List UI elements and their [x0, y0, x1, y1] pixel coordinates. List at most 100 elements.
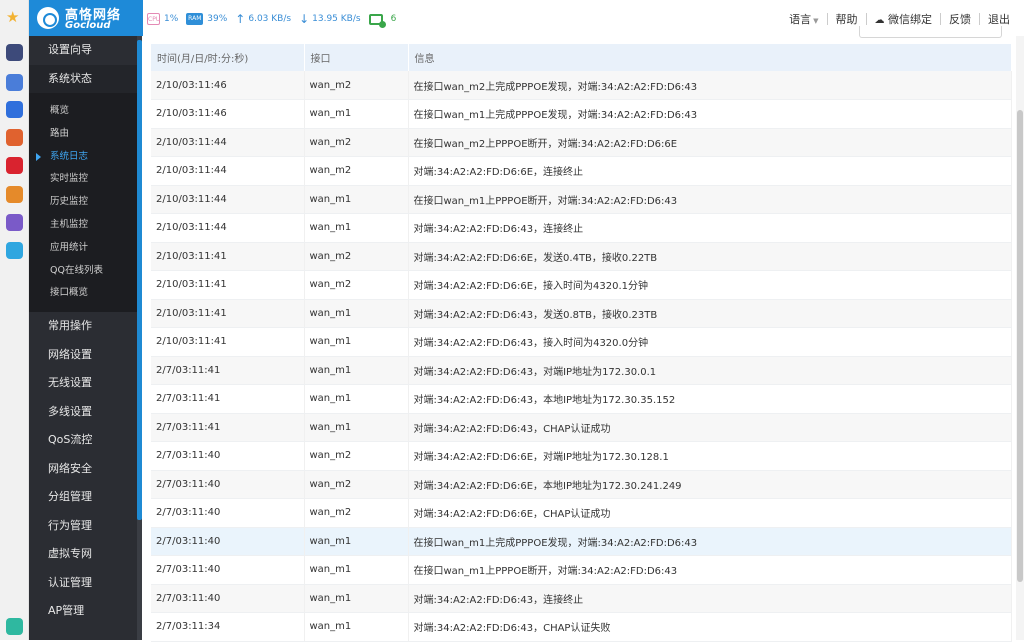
sidebar-submenu: 概览 路由 系统日志 实时监控 历史监控 主机监控 应用统计 QQ在线列表 接口概览: [29, 93, 137, 313]
interface-cell: wan_m1: [304, 299, 409, 328]
table-header-row: 时间(月/日/时:分:秒) 接口 信息: [151, 44, 1012, 71]
feedback-link[interactable]: 反馈: [941, 11, 979, 27]
sidebar-subitem[interactable]: 应用统计: [29, 237, 137, 260]
table-row[interactable]: 2/7/03:11:34 wan_m1 对端:34:A2:A2:FD:D6:43，C…: [151, 612, 1012, 642]
ram-stat: RAM 39%: [186, 13, 227, 25]
dock-app-icon[interactable]: [6, 44, 23, 61]
sidebar-subitem[interactable]: 接口概览: [29, 282, 137, 305]
ram-icon: RAM: [186, 13, 204, 25]
online-hosts-icon: [368, 13, 386, 28]
sidebar-item[interactable]: 无线设置: [29, 369, 137, 398]
sidebar-subitem[interactable]: 主机监控: [29, 214, 137, 237]
sidebar-item[interactable]: 认证管理: [29, 569, 137, 598]
sidebar-item[interactable]: 设置向导: [29, 36, 137, 65]
time-cell: 2/10/03:11:44: [151, 185, 305, 214]
brand-logo[interactable]: 高恪网络 Gocloud: [29, 0, 143, 36]
interface-cell: wan_m2: [304, 128, 409, 157]
help-link[interactable]: 帮助: [828, 11, 866, 27]
download-value: 13.95 KB/s: [312, 14, 361, 24]
table-row[interactable]: 2/10/03:11:41 wan_m2 对端:34:A2:A2:FD:D6:6E，…: [151, 270, 1012, 300]
interface-cell: wan_m1: [304, 584, 409, 613]
column-header-interface[interactable]: 接口: [304, 44, 409, 71]
info-cell: 对端:34:A2:A2:FD:D6:43，连接终止: [408, 213, 1012, 243]
sidebar-item[interactable]: 网络安全: [29, 455, 137, 484]
online-stat[interactable]: 6: [368, 13, 396, 28]
sidebar-item[interactable]: QoS流控: [29, 426, 137, 455]
table-row[interactable]: 2/7/03:11:41 wan_m1 对端:34:A2:A2:FD:D6:43，C…: [151, 413, 1012, 442]
download-arrow-icon: ↓: [299, 12, 310, 26]
interface-cell: wan_m2: [304, 156, 409, 186]
sidebar-item[interactable]: AP管理: [29, 597, 137, 626]
dock-app-icon[interactable]: [6, 214, 23, 231]
table-row[interactable]: 2/7/03:11:41 wan_m1 对端:34:A2:A2:FD:D6:43，对…: [151, 356, 1012, 385]
time-cell: 2/7/03:11:41: [151, 384, 305, 414]
time-cell: 2/7/03:11:40: [151, 584, 305, 613]
sidebar-menu: 设置向导 系统状态 概览 路由 系统日志 实时监控 历史监控 主机监控 应用统计 QQ在线列表 接口…: [29, 36, 137, 626]
time-cell: 2/7/03:11:40: [151, 470, 305, 499]
table-row[interactable]: 2/7/03:11:40 wan_m2 对端:34:A2:A2:FD:D6:6E，本…: [151, 470, 1012, 499]
table-row[interactable]: 2/7/03:11:40 wan_m1 对端:34:A2:A2:FD:D6:43，连…: [151, 584, 1012, 613]
table-row[interactable]: 2/10/03:11:44 wan_m1 对端:34:A2:A2:FD:D6:43，…: [151, 213, 1012, 243]
dock-app-icon[interactable]: [6, 157, 23, 174]
upload-arrow-icon: ↑: [235, 12, 246, 26]
sidebar-item[interactable]: 行为管理: [29, 512, 137, 541]
table-row[interactable]: 2/10/03:11:41 wan_m2 对端:34:A2:A2:FD:D6:6E，…: [151, 242, 1012, 271]
dock-app-icon[interactable]: [6, 242, 23, 259]
favorites-star-icon[interactable]: ★: [6, 9, 23, 26]
table-row[interactable]: 2/10/03:11:46 wan_m1 在接口wan_m1上完成PPPOE发现，对…: [151, 99, 1012, 129]
table-row[interactable]: 2/7/03:11:40 wan_m2 对端:34:A2:A2:FD:D6:6E，C…: [151, 498, 1012, 528]
table-row[interactable]: 2/7/03:11:40 wan_m1 在接口wan_m1上PPPOE断开，对端:3…: [151, 555, 1012, 585]
sidebar-subitem[interactable]: 历史监控: [29, 191, 137, 214]
sidebar-item[interactable]: 分组管理: [29, 483, 137, 512]
interface-cell: wan_m1: [304, 413, 409, 442]
info-cell: 对端:34:A2:A2:FD:D6:43，CHAP认证成功: [408, 413, 1012, 442]
table-scrollbar-thumb[interactable]: [1017, 110, 1023, 582]
logout-link[interactable]: 退出: [980, 11, 1018, 27]
table-row[interactable]: 2/10/03:11:41 wan_m1 对端:34:A2:A2:FD:D6:43，…: [151, 299, 1012, 328]
sidebar-subitem[interactable]: 路由: [29, 123, 137, 146]
sidebar-subitem[interactable]: 实时监控: [29, 168, 137, 191]
table-row[interactable]: 2/10/03:11:41 wan_m1 对端:34:A2:A2:FD:D6:43，…: [151, 327, 1012, 357]
sidebar-item[interactable]: 系统状态: [29, 64, 137, 93]
sidebar-item[interactable]: 多线设置: [29, 398, 137, 427]
column-header-info[interactable]: 信息: [408, 44, 1012, 71]
dock-app-icon[interactable]: [6, 74, 23, 91]
cpu-value: 1%: [164, 14, 179, 24]
column-header-time[interactable]: 时间(月/日/时:分:秒): [151, 44, 305, 71]
info-cell: 在接口wan_m1上完成PPPOE发现，对端:34:A2:A2:FD:D6:43: [408, 527, 1012, 556]
cpu-icon: CPU: [147, 13, 160, 25]
info-cell: 对端:34:A2:A2:FD:D6:43，接入时间为4320.0分钟: [408, 327, 1012, 357]
table-row[interactable]: 2/10/03:11:46 wan_m2 在接口wan_m2上完成PPPOE发现，对…: [151, 71, 1012, 100]
table-row[interactable]: 2/7/03:11:40 wan_m2 对端:34:A2:A2:FD:D6:6E，对…: [151, 441, 1012, 471]
sidebar-item[interactable]: 虚拟专网: [29, 540, 137, 569]
table-row[interactable]: 2/10/03:11:44 wan_m2 在接口wan_m2上PPPOE断开，对端:…: [151, 128, 1012, 157]
table-row[interactable]: 2/10/03:11:44 wan_m1 在接口wan_m1上PPPOE断开，对端:…: [151, 185, 1012, 214]
sidebar-item[interactable]: 网络设置: [29, 341, 137, 370]
wechat-bind-link[interactable]: ☁ 微信绑定: [867, 11, 941, 27]
sidebar-subitem[interactable]: 概览: [29, 100, 137, 123]
info-cell: 在接口wan_m2上完成PPPOE发现，对端:34:A2:A2:FD:D6:43: [408, 71, 1012, 100]
time-cell: 2/10/03:11:44: [151, 213, 305, 243]
sidebar-subitem[interactable]: QQ在线列表: [29, 260, 137, 283]
info-cell: 对端:34:A2:A2:FD:D6:6E，接入时间为4320.1分钟: [408, 270, 1012, 300]
table-row[interactable]: 2/10/03:11:44 wan_m2 对端:34:A2:A2:FD:D6:6E，…: [151, 156, 1012, 186]
dock-app-icon[interactable]: [6, 101, 23, 118]
sidebar-subitem-active[interactable]: 系统日志: [29, 146, 137, 169]
filter-box[interactable]: [859, 26, 1002, 38]
wechat-bind-label: 微信绑定: [888, 13, 932, 26]
info-cell: 在接口wan_m1上PPPOE断开，对端:34:A2:A2:FD:D6:43: [408, 555, 1012, 585]
table-row[interactable]: 2/7/03:11:40 wan_m1 在接口wan_m1上完成PPPOE发现，对端…: [151, 527, 1012, 556]
dock-app-icon[interactable]: [6, 618, 23, 635]
info-cell: 对端:34:A2:A2:FD:D6:43，发送0.8TB，接收0.23TB: [408, 299, 1012, 328]
sidebar-item[interactable]: 常用操作: [29, 312, 137, 341]
table-row[interactable]: 2/7/03:11:41 wan_m1 对端:34:A2:A2:FD:D6:43，本…: [151, 384, 1012, 414]
ram-value: 39%: [207, 14, 228, 24]
system-stats: CPU 1% RAM 39% ↑ 6.03 KB/s ↓ 13.95 KB/s …: [147, 11, 404, 28]
brand-name-en: Gocloud: [65, 20, 111, 31]
dock-app-icon[interactable]: [6, 129, 23, 146]
info-cell: 对端:34:A2:A2:FD:D6:6E，CHAP认证成功: [408, 498, 1012, 528]
time-cell: 2/7/03:11:40: [151, 498, 305, 528]
interface-cell: wan_m1: [304, 99, 409, 129]
dock-app-icon[interactable]: [6, 186, 23, 203]
language-menu[interactable]: 语言 ▼: [781, 11, 826, 27]
